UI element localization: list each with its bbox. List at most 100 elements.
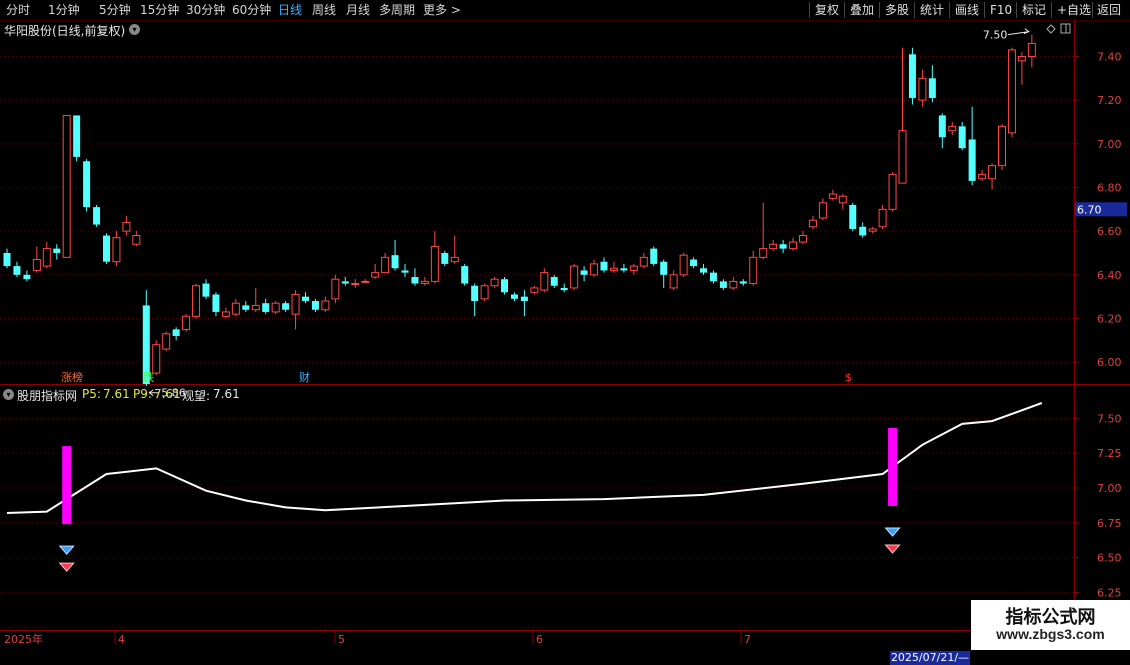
price-tick-label: 6.00: [1097, 356, 1122, 369]
tab-fenshi[interactable]: 分时: [6, 0, 30, 20]
candle-body-up: [868, 228, 877, 232]
candle-body-up: [231, 302, 240, 315]
candle-body-down: [550, 277, 558, 286]
toolbar-divider: [984, 2, 985, 18]
x-axis-label: 6: [536, 633, 543, 646]
candle-body-up: [729, 280, 738, 289]
add-watchlist-button[interactable]: +自选: [1057, 0, 1091, 20]
price-tick-label: 7.40: [1097, 50, 1122, 63]
indicator-p9-value: 7.61: [154, 387, 181, 401]
toolbar-divider: [1092, 2, 1093, 18]
candle-body-down: [311, 301, 319, 310]
candle-body-down: [580, 270, 588, 275]
candle-body-up: [918, 77, 927, 101]
candle-body-up: [799, 235, 807, 243]
indicator-name: 股朋指标网: [17, 389, 78, 403]
chart-area[interactable]: 7.40 7.20 7.00 6.80 6.60 6.40 6.20 6.00 7.50 7.25…: [0, 20, 1130, 665]
tab-15min[interactable]: 15分钟: [140, 0, 179, 20]
candle-body-up: [112, 237, 121, 263]
signal-bar: [888, 428, 898, 506]
main-chart-title: 华阳股份(日线,前复权): [4, 24, 126, 38]
candle-body-down: [560, 287, 568, 291]
statistics-button[interactable]: 统计: [920, 0, 944, 20]
draw-line-button[interactable]: 画线: [955, 0, 979, 20]
candle-body-down: [620, 268, 628, 271]
candle-body-up: [162, 333, 171, 350]
candle-body-up: [32, 259, 41, 271]
candle-body-up: [192, 285, 201, 317]
candle-body-down: [779, 244, 787, 249]
price-tick-label: 7.00: [1097, 138, 1122, 151]
candle-body-down: [341, 281, 349, 284]
mark-button[interactable]: 标记: [1022, 0, 1046, 20]
candle-body-down: [242, 305, 250, 310]
candle-body-up: [480, 285, 489, 300]
toolbar-divider: [844, 2, 845, 18]
blue-diamond-icon: [884, 527, 901, 537]
watermark-url: www.zbgs3.com: [996, 626, 1105, 642]
multi-stock-button[interactable]: 多股: [885, 0, 909, 20]
candle-body-down: [719, 281, 727, 288]
price-tick-label: 6.60: [1097, 225, 1122, 238]
price-tick-label: 7.20: [1097, 94, 1122, 107]
indicator-tick-label: 6.75: [1097, 517, 1122, 530]
candle-body-down: [501, 279, 508, 293]
candle-body-up: [221, 311, 230, 317]
candle-body-down: [93, 207, 101, 225]
tab-monthly[interactable]: 月线: [346, 0, 370, 20]
indicator-chevron-icon[interactable]: ▾: [3, 389, 14, 400]
back-button[interactable]: 返回: [1097, 0, 1121, 20]
candle-body-down: [849, 204, 857, 229]
price-tick-label: 6.80: [1097, 181, 1122, 194]
x-axis-label: 4: [118, 633, 125, 646]
tab-weekly[interactable]: 周线: [312, 0, 336, 20]
candle-body-down: [958, 126, 966, 149]
toolbar-divider: [1051, 2, 1052, 18]
candle-body-down: [202, 283, 210, 297]
candle-body-up: [749, 256, 758, 285]
x-axis-label: 5: [338, 633, 345, 646]
indicator-tick-label: 6.50: [1097, 552, 1122, 565]
candle-body-up: [62, 114, 71, 258]
layout-diamond-icon: [1046, 24, 1056, 34]
x-axis-label: 7: [744, 633, 751, 646]
fuquan-button[interactable]: 复权: [815, 0, 839, 20]
indicator-p5-label: P5:: [82, 387, 101, 401]
candle-body-down: [262, 303, 270, 312]
signal-bar: [62, 446, 72, 525]
candle-body-down: [53, 248, 61, 253]
overlay-button[interactable]: 叠加: [850, 0, 874, 20]
candle-body-down: [520, 296, 528, 302]
candlestick-chart[interactable]: 7.40 7.20 7.00 6.80 6.60 6.40 6.20 6.00 7.50 7.25…: [0, 20, 1130, 650]
candle-body-down: [859, 226, 867, 236]
candle-body-up: [978, 173, 987, 180]
price-tick-label: 6.20: [1097, 312, 1122, 325]
tab-multi-period[interactable]: 多周期: [379, 0, 415, 20]
tab-30min[interactable]: 30分钟: [186, 0, 225, 20]
candle-body-down: [302, 296, 309, 302]
candle-body-up: [420, 280, 429, 285]
f10-button[interactable]: F10: [990, 0, 1012, 20]
candle-body-up: [838, 195, 847, 204]
candle-body-down: [401, 270, 409, 273]
indicator-watch-label: 观望:: [182, 389, 211, 403]
tab-more[interactable]: 更多 >: [423, 0, 461, 20]
tab-60min[interactable]: 60分钟: [232, 0, 271, 20]
tab-daily[interactable]: 日线: [278, 0, 302, 20]
watermark: 指标公式网 www.zbgs3.com: [971, 600, 1130, 650]
candle-body-up: [371, 272, 380, 278]
toolbar-divider: [914, 2, 915, 18]
candle-body-down: [73, 115, 81, 157]
candle-body-up: [828, 193, 837, 199]
tab-5min[interactable]: 5分钟: [99, 0, 131, 20]
cursor-date-label: 2025/07/21/—: [890, 651, 970, 665]
current-price-label: 6.70: [1077, 203, 1102, 216]
candle-body-down: [83, 161, 91, 208]
high-price-arrow: [1007, 28, 1030, 36]
chart-settings-chevron-icon[interactable]: ▾: [129, 24, 140, 35]
event-marker: $: [845, 371, 852, 384]
red-diamond-icon: [58, 562, 75, 572]
candle-body-down: [660, 261, 668, 275]
tab-1min[interactable]: 1分钟: [48, 0, 80, 20]
candle-body-up: [351, 283, 360, 286]
